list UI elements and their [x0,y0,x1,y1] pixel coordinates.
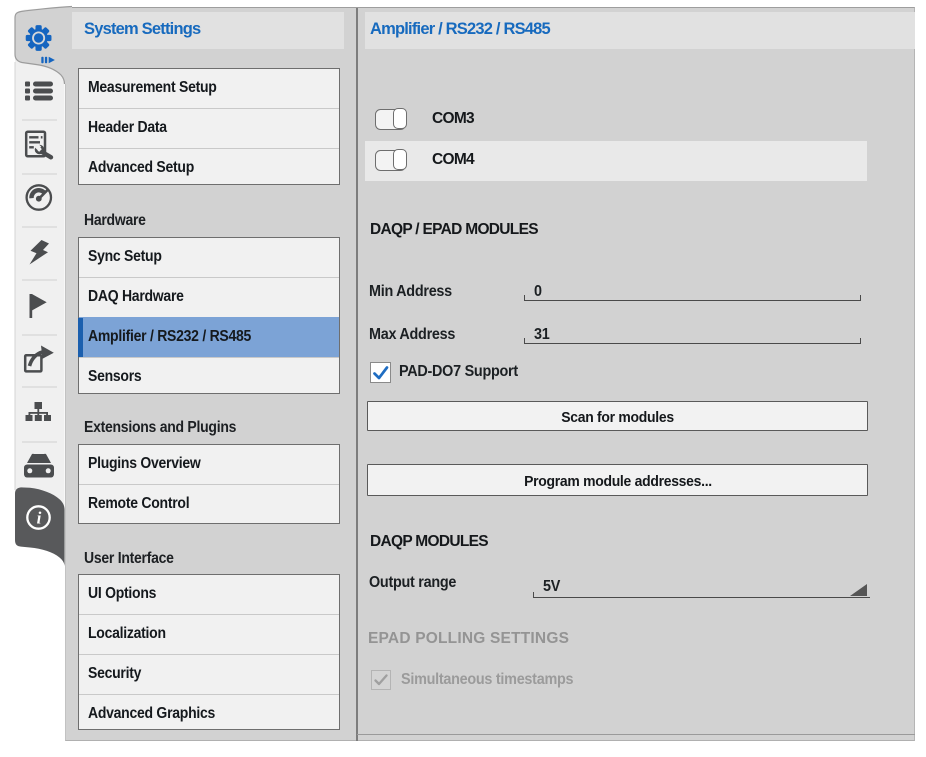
svg-text:i: i [37,509,42,528]
